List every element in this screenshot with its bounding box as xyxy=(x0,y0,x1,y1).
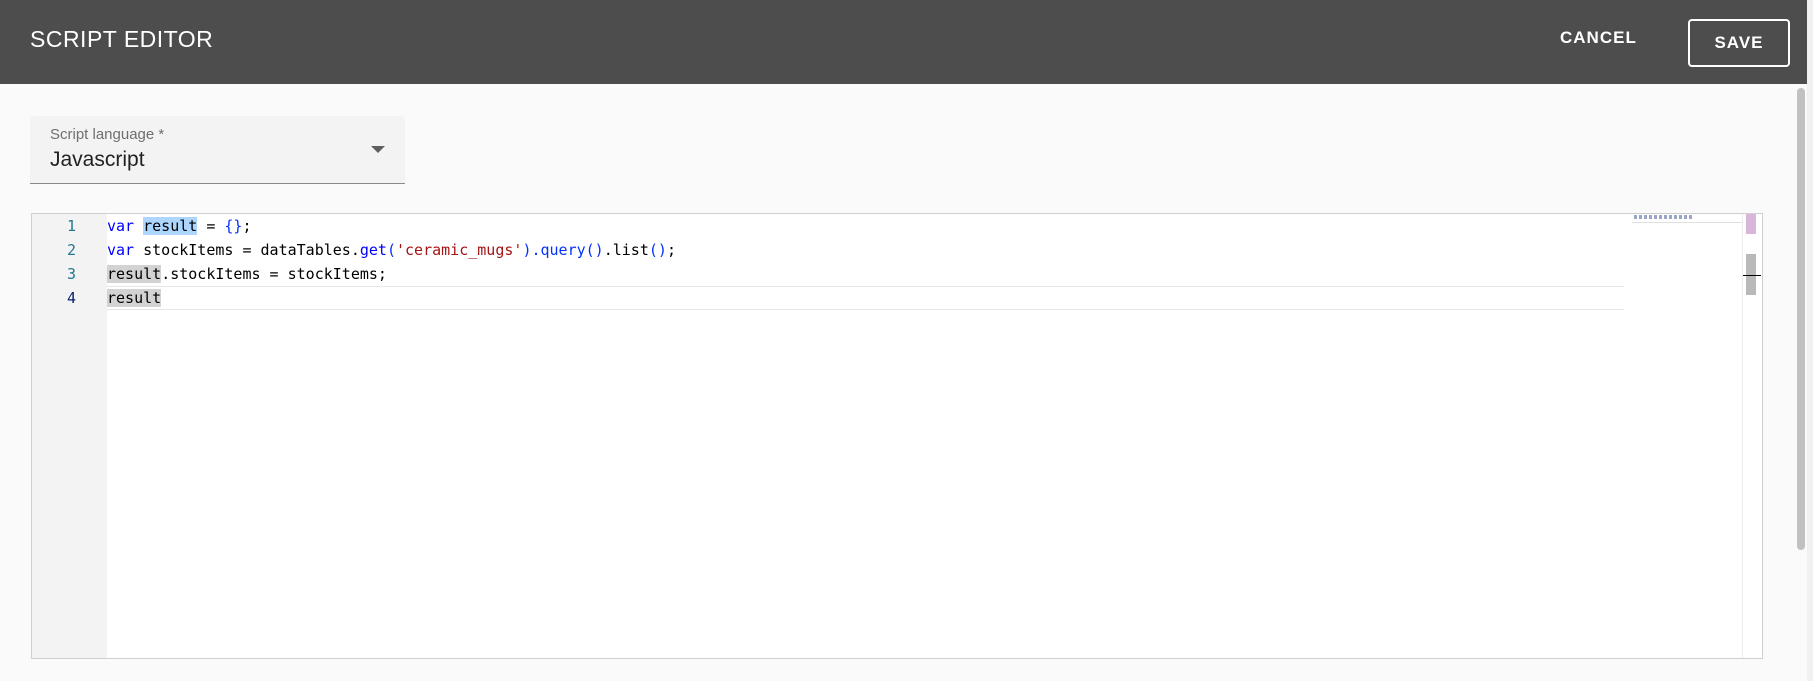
line-number: 1 xyxy=(66,217,76,235)
code-token: stockItems = dataTables. xyxy=(134,241,360,259)
selection-marker xyxy=(1746,214,1756,234)
code-token: .stockItems = stockItems; xyxy=(161,265,387,283)
code-token: () xyxy=(585,241,604,259)
code-token: .list xyxy=(603,241,649,259)
code-token: ; xyxy=(242,217,252,235)
script-language-select[interactable]: Script language * Javascript xyxy=(30,116,405,184)
dialog-header: SCRIPT EDITOR CANCEL SAVE xyxy=(0,0,1807,84)
code-token-highlighted: result xyxy=(107,289,162,307)
code-token: get xyxy=(359,241,387,259)
save-button[interactable]: SAVE xyxy=(1688,19,1790,67)
code-token-selected: result xyxy=(143,217,198,235)
code-token: {} xyxy=(224,217,243,235)
code-text-area[interactable]: var result = {}; var stockItems = dataTa… xyxy=(107,214,1742,658)
code-token-highlighted: result xyxy=(107,265,162,283)
code-token-string: 'ceramic_mugs' xyxy=(396,241,523,259)
code-editor[interactable]: 1 2 3 4 var result = {}; var stockItems … xyxy=(31,213,1763,659)
minimap-preview xyxy=(1634,215,1694,219)
code-token: () xyxy=(648,241,667,259)
code-token: = xyxy=(197,217,225,235)
script-language-label: Script language * xyxy=(50,126,165,143)
page-scrollbar-thumb[interactable] xyxy=(1797,88,1805,550)
code-token: ; xyxy=(666,241,676,259)
line-number: 2 xyxy=(66,241,76,259)
code-token: ).query xyxy=(522,241,586,259)
code-token: var xyxy=(107,241,135,259)
code-line[interactable]: var result = {}; xyxy=(107,214,252,238)
editor-scrollbar[interactable] xyxy=(1742,214,1762,658)
dialog-title: SCRIPT EDITOR xyxy=(30,26,214,52)
code-line[interactable]: var stockItems = dataTables.get('ceramic… xyxy=(107,238,676,262)
code-line[interactable]: result.stockItems = stockItems; xyxy=(107,262,387,286)
script-language-value: Javascript xyxy=(50,148,145,171)
code-token: var xyxy=(107,217,135,235)
line-number-gutter: 1 2 3 4 xyxy=(32,214,107,658)
window-edge xyxy=(1807,0,1813,681)
code-line-active[interactable]: result xyxy=(107,286,162,310)
cursor-marker xyxy=(1743,275,1761,276)
dropdown-arrow-icon[interactable] xyxy=(371,146,385,153)
line-number-active: 4 xyxy=(66,289,76,307)
current-line-highlight xyxy=(107,286,1624,310)
cancel-button[interactable]: CANCEL xyxy=(1560,28,1637,48)
code-token: ( xyxy=(386,241,396,259)
line-number: 3 xyxy=(66,265,76,283)
minimap[interactable] xyxy=(1632,214,1742,223)
